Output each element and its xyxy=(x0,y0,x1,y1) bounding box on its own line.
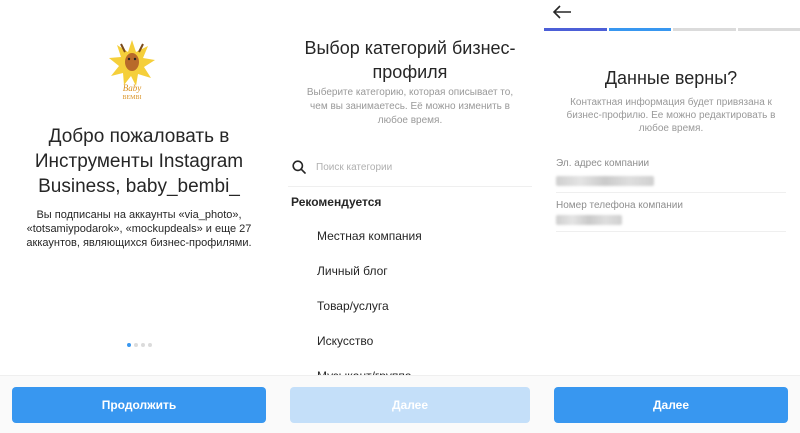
divider xyxy=(288,186,532,187)
search-icon xyxy=(292,160,306,174)
bottom-bar: Далее xyxy=(278,375,542,433)
divider xyxy=(556,231,786,232)
contact-description: Контактная информация будет привязана к … xyxy=(566,97,776,134)
page-indicator xyxy=(0,343,278,347)
category-item[interactable]: Искусство xyxy=(278,325,542,360)
bottom-bar: Продолжить xyxy=(0,375,278,433)
contact-title: Данные верны? xyxy=(604,68,738,88)
brand-logo: Baby BEMBI xyxy=(107,38,157,102)
search-input[interactable] xyxy=(316,161,496,173)
next-button-disabled[interactable]: Далее xyxy=(290,387,530,423)
continue-button[interactable]: Продолжить xyxy=(12,387,266,423)
email-field[interactable] xyxy=(556,176,654,186)
welcome-screen: Baby BEMBI Добро пожаловать в Инструмент… xyxy=(0,0,278,433)
email-label: Эл. адрес компании xyxy=(556,158,650,169)
category-item[interactable]: Местная компания xyxy=(278,220,542,255)
divider xyxy=(556,192,786,193)
category-title: Выбор категорий бизнес-профиля xyxy=(304,38,516,82)
category-screen: Выбор категорий бизнес-профиля Выберите … xyxy=(278,0,542,433)
recommended-heading: Рекомендуется xyxy=(291,195,382,209)
contact-screen: Данные верны? Контактная информация буде… xyxy=(542,0,800,433)
subscribed-accounts-text: Вы подписаны на аккаунты «via_photo», «t… xyxy=(26,209,252,249)
progress-segment xyxy=(608,28,671,31)
progress-segment xyxy=(673,28,736,31)
progress-segment xyxy=(737,28,800,31)
page-dot xyxy=(126,343,131,347)
step-progress xyxy=(544,28,800,31)
category-item[interactable]: Товар/услуга xyxy=(278,290,542,325)
category-item[interactable]: Личный блог xyxy=(278,255,542,290)
svg-text:BEMBI: BEMBI xyxy=(122,95,141,101)
category-list: Местная компания Личный блог Товар/услуг… xyxy=(278,220,542,375)
svg-text:Baby: Baby xyxy=(123,83,142,93)
back-arrow-icon[interactable] xyxy=(552,4,572,20)
top-bar xyxy=(542,0,800,32)
page-dot xyxy=(140,343,145,347)
page-dot xyxy=(133,343,138,347)
bottom-bar: Далее xyxy=(542,375,800,433)
welcome-title: Добро пожаловать в Инструменты Instagram… xyxy=(34,126,244,197)
category-item[interactable]: Музыкант/группа xyxy=(278,360,542,375)
category-description: Выберите категорию, которая описывает то… xyxy=(306,87,514,126)
phone-field[interactable] xyxy=(556,215,622,225)
category-search[interactable] xyxy=(292,156,528,178)
progress-segment xyxy=(544,28,607,31)
page-dot xyxy=(147,343,152,347)
next-button[interactable]: Далее xyxy=(554,387,788,423)
phone-label: Номер телефона компании xyxy=(556,200,683,211)
